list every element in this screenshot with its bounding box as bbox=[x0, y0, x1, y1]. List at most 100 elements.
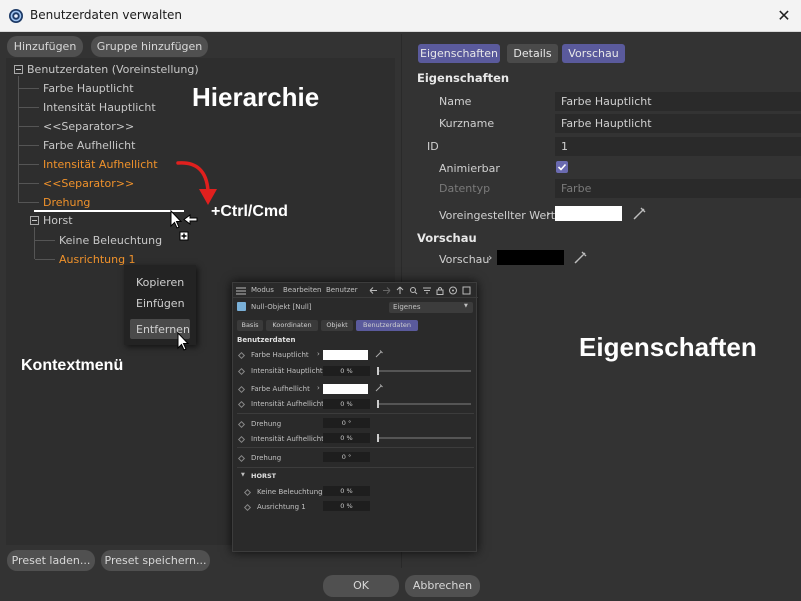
tab-details[interactable]: Details bbox=[507, 44, 558, 63]
embedded-value-field: 0 % bbox=[323, 501, 370, 511]
null-object-icon bbox=[237, 302, 246, 311]
tree-root[interactable]: Benutzerdaten (Voreinstellung) bbox=[27, 63, 199, 76]
id-field[interactable]: 1 bbox=[555, 137, 801, 156]
embedded-color-swatch bbox=[323, 350, 368, 360]
slider-handle bbox=[377, 367, 379, 375]
keyframe-icon bbox=[237, 454, 246, 463]
embedded-row-label: Intensität Hauptlicht bbox=[251, 367, 323, 375]
default-color-swatch[interactable] bbox=[555, 206, 622, 221]
preview-color-swatch[interactable] bbox=[497, 250, 564, 265]
datatype-label: Datentyp bbox=[439, 182, 491, 195]
load-preset-button[interactable]: Preset laden... bbox=[7, 550, 95, 571]
expand-arrow-icon[interactable]: › bbox=[488, 251, 492, 264]
keyframe-icon bbox=[237, 351, 246, 360]
embedded-color-swatch bbox=[323, 384, 368, 394]
keyframe-icon bbox=[237, 385, 246, 394]
drop-indicator bbox=[34, 210, 184, 212]
eyedropper-icon bbox=[375, 350, 383, 358]
tree-item-selected[interactable]: <<Separator>> bbox=[43, 177, 134, 190]
save-preset-button[interactable]: Preset speichern... bbox=[101, 550, 210, 571]
annotation-context-menu: Kontextmenü bbox=[21, 357, 124, 374]
menu-item-paste[interactable]: Einfügen bbox=[136, 297, 185, 310]
eyedropper-icon[interactable] bbox=[573, 249, 589, 265]
tree-line bbox=[35, 259, 55, 260]
embedded-menu-user: Benutzer bbox=[326, 286, 358, 294]
embedded-row-label: Intensität Aufhellicht bbox=[251, 400, 324, 408]
tab-properties[interactable]: Eigenschaften bbox=[418, 44, 500, 63]
embedded-row-label: Keine Beleuchtung bbox=[257, 488, 323, 496]
slider-handle bbox=[377, 434, 379, 442]
window-title: Benutzerdaten verwalten bbox=[30, 8, 183, 22]
tree-item[interactable]: Farbe Hauptlicht bbox=[43, 82, 134, 95]
tree-item[interactable]: Farbe Aufhellicht bbox=[43, 139, 135, 152]
tab-preview[interactable]: Vorschau bbox=[562, 44, 625, 63]
name-field[interactable]: Farbe Hauptlicht bbox=[555, 92, 801, 111]
embedded-tab-coords: Koordinaten bbox=[266, 320, 318, 331]
embedded-attribute-manager: Modus Bearbeiten Benutzer Null-Objekt [N… bbox=[232, 282, 478, 552]
tree-item-selected[interactable]: Intensität Aufhellicht bbox=[43, 158, 158, 171]
embedded-value-field: 0 ° bbox=[323, 452, 370, 462]
tree-group[interactable]: Horst bbox=[43, 214, 73, 227]
keyframe-icon bbox=[237, 420, 246, 429]
collapse-icon[interactable] bbox=[30, 216, 39, 225]
cancel-button[interactable]: Abbrechen bbox=[405, 575, 480, 597]
dialog-window: Benutzerdaten verwalten ✕ Hinzufügen Gru… bbox=[0, 0, 801, 601]
checkmark-icon bbox=[557, 163, 567, 171]
tree-item[interactable]: Keine Beleuchtung bbox=[59, 234, 162, 247]
embedded-value-field: 0 % bbox=[323, 399, 370, 409]
embedded-value-field: 0 ° bbox=[323, 418, 370, 428]
dropdown-arrow-icon: ▼ bbox=[464, 303, 468, 309]
tree-line bbox=[19, 145, 39, 146]
embedded-tab-basis: Basis bbox=[237, 320, 263, 331]
ok-button[interactable]: OK bbox=[323, 575, 399, 597]
preview-label: Vorschau bbox=[439, 253, 490, 266]
hamburger-icon bbox=[236, 287, 246, 295]
embedded-menu-edit: Bearbeiten bbox=[283, 286, 322, 294]
slider-handle bbox=[377, 400, 379, 408]
tree-item[interactable]: Intensität Hauptlicht bbox=[43, 101, 156, 114]
embedded-value-field: 0 % bbox=[323, 366, 370, 376]
embedded-slider bbox=[377, 370, 471, 372]
keyframe-icon bbox=[237, 400, 246, 409]
add-group-button[interactable]: Gruppe hinzufügen bbox=[91, 36, 208, 57]
short-name-field[interactable]: Farbe Hauptlicht bbox=[555, 114, 801, 133]
collapse-icon[interactable] bbox=[14, 65, 23, 74]
animatable-checkbox[interactable] bbox=[556, 161, 568, 173]
tree-line bbox=[19, 164, 39, 165]
eyedropper-icon[interactable] bbox=[632, 205, 648, 221]
tree-item-selected[interactable]: Drehung bbox=[43, 196, 90, 209]
separator-line bbox=[237, 447, 474, 448]
embedded-tab-object: Objekt bbox=[321, 320, 353, 331]
tree-line bbox=[19, 126, 39, 127]
annotation-ctrl: +Ctrl/Cmd bbox=[211, 203, 288, 220]
embedded-row-label: Farbe Aufhellicht bbox=[251, 385, 310, 393]
expand-arrow-icon[interactable]: › bbox=[546, 207, 550, 220]
embedded-row-label: Ausrichtung 1 bbox=[257, 503, 306, 511]
eyedropper-icon bbox=[375, 384, 383, 392]
embedded-group-label: HORST bbox=[251, 472, 277, 480]
tree-line bbox=[19, 88, 39, 89]
keyframe-icon bbox=[237, 367, 246, 376]
embedded-row-label: Farbe Hauptlicht bbox=[251, 351, 309, 359]
embedded-tab-userdata: Benutzerdaten bbox=[356, 320, 418, 331]
expand-arrow-icon: › bbox=[317, 350, 320, 358]
curved-arrow-icon bbox=[176, 161, 217, 205]
embedded-row-label: Intensität Aufhellicht bbox=[251, 435, 324, 443]
embedded-slider bbox=[377, 403, 471, 405]
close-icon[interactable]: ✕ bbox=[773, 5, 795, 27]
menu-item-copy[interactable]: Kopieren bbox=[136, 276, 184, 289]
tree-line bbox=[19, 202, 39, 203]
datatype-field: Farbe bbox=[555, 179, 801, 198]
keyframe-icon bbox=[243, 503, 252, 512]
embedded-menu-mode: Modus bbox=[251, 286, 274, 294]
embedded-dropdown-value: Eigenes bbox=[393, 303, 421, 311]
title-bar: Benutzerdaten verwalten ✕ bbox=[0, 0, 801, 32]
tree-item[interactable]: <<Separator>> bbox=[43, 120, 134, 133]
animatable-label: Animierbar bbox=[439, 162, 500, 175]
name-label: Name bbox=[439, 95, 472, 108]
embedded-section: Benutzerdaten bbox=[237, 336, 296, 344]
add-button[interactable]: Hinzufügen bbox=[7, 36, 83, 57]
tree-line bbox=[19, 107, 39, 108]
embedded-row-label: Drehung bbox=[251, 420, 282, 428]
expand-arrow-icon: › bbox=[317, 384, 320, 392]
